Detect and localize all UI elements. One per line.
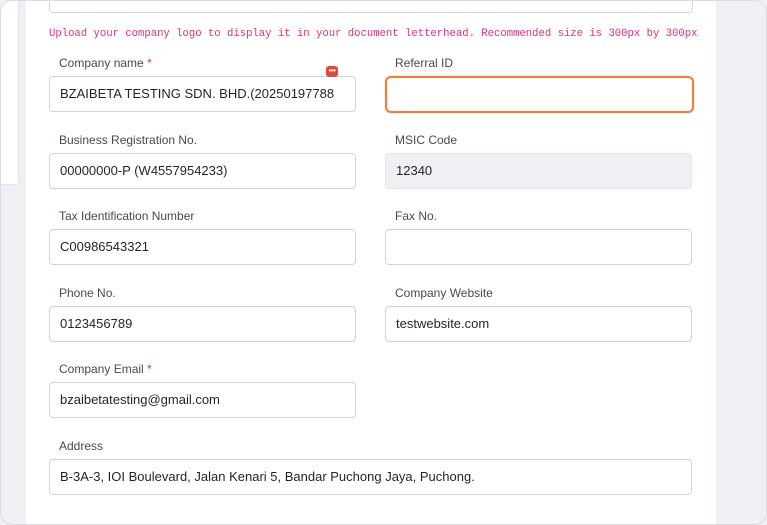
business-registration-label: Business Registration No.	[59, 133, 198, 147]
chat-bubble-icon[interactable]: •••	[326, 66, 338, 77]
tax-id-label: Tax Identification Number	[59, 209, 195, 223]
logo-upload-area[interactable]	[49, 1, 693, 13]
fax-label: Fax No.	[395, 209, 438, 223]
email-label: Company Email *	[59, 362, 152, 376]
window-frame: Upload your company logo to display it i…	[0, 0, 767, 525]
msic-code-input: 12340	[385, 153, 692, 189]
phone-field: Phone No. 0123456789	[49, 285, 356, 342]
address-label: Address	[59, 439, 104, 453]
referral-id-field: Referral ID	[385, 55, 694, 113]
company-profile-form: Upload your company logo to display it i…	[26, 1, 716, 524]
website-input[interactable]: testwebsite.com	[385, 306, 692, 342]
tax-id-input[interactable]: C00986543321	[49, 229, 356, 265]
address-field: Address B-3A-3, IOI Boulevard, Jalan Ken…	[49, 438, 693, 495]
required-marker: *	[147, 56, 152, 70]
msic-code-label: MSIC Code	[395, 133, 458, 147]
phone-label: Phone No.	[59, 286, 116, 300]
upload-hint: Upload your company logo to display it i…	[49, 28, 698, 40]
phone-input[interactable]: 0123456789	[49, 306, 356, 342]
business-registration-field: Business Registration No. 00000000-P (W4…	[49, 132, 356, 189]
address-input[interactable]: B-3A-3, IOI Boulevard, Jalan Kenari 5, B…	[49, 459, 692, 495]
msic-code-field: MSIC Code 12340	[385, 132, 692, 189]
referral-id-input[interactable]	[385, 76, 694, 113]
referral-id-label: Referral ID	[395, 56, 454, 70]
fax-field: Fax No.	[385, 208, 692, 265]
required-marker: *	[147, 362, 152, 376]
fax-input[interactable]	[385, 229, 692, 265]
tax-id-field: Tax Identification Number C00986543321	[49, 208, 356, 265]
side-panel	[1, 1, 19, 185]
business-registration-input[interactable]: 00000000-P (W4557954233)	[49, 153, 356, 189]
website-label: Company Website	[395, 286, 493, 300]
company-name-value: BZAIBETA TESTING SDN. BHD.(20250197788	[60, 86, 335, 101]
website-field: Company Website testwebsite.com	[385, 285, 692, 342]
company-name-label: Company name *	[59, 56, 152, 70]
company-name-input[interactable]: BZAIBETA TESTING SDN. BHD.(20250197788	[49, 76, 356, 112]
email-field: Company Email * bzaibetatesting@gmail.co…	[49, 361, 356, 418]
email-input[interactable]: bzaibetatesting@gmail.com	[49, 382, 356, 418]
company-name-field: Company name * BZAIBETA TESTING SDN. BHD…	[49, 55, 356, 112]
